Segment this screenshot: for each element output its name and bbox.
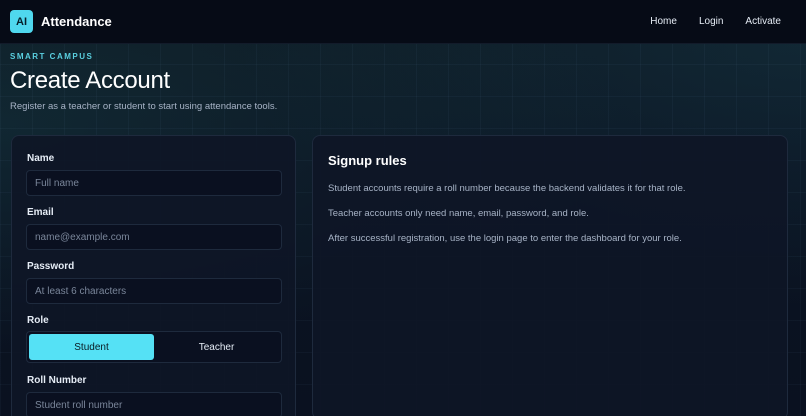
nav-links: Home Login Activate [639, 16, 796, 27]
top-navbar: AI Attendance Home Login Activate [0, 0, 806, 44]
app-logo[interactable]: AI [10, 10, 33, 33]
roll-number-label: Roll Number [27, 375, 87, 386]
page-subtitle: Register as a teacher or student to star… [10, 101, 278, 112]
roll-number-input[interactable] [26, 392, 282, 416]
password-input[interactable] [26, 278, 282, 304]
section-eyebrow: SMART CAMPUS [10, 52, 94, 61]
signup-rules-card: Signup rules Student accounts require a … [312, 135, 788, 416]
nav-link-activate[interactable]: Activate [734, 16, 796, 27]
password-label: Password [27, 261, 75, 272]
page-title: Create Account [10, 67, 170, 94]
role-toggle: Student Teacher [26, 331, 282, 363]
rule-item: Teacher accounts only need name, email, … [328, 208, 589, 219]
name-input[interactable] [26, 170, 282, 196]
name-label: Name [27, 153, 55, 164]
rule-item: After successful registration, use the l… [328, 233, 682, 244]
nav-link-home[interactable]: Home [639, 16, 688, 27]
role-teacher-option[interactable]: Teacher [154, 334, 279, 360]
nav-link-login[interactable]: Login [688, 16, 734, 27]
email-input[interactable] [26, 224, 282, 250]
signup-form-card: Name Email Password Role Student Teacher… [11, 135, 296, 416]
email-label: Email [27, 207, 54, 218]
rule-item: Student accounts require a roll number b… [328, 183, 686, 194]
brand-name[interactable]: Attendance [41, 14, 112, 29]
role-label: Role [27, 315, 49, 326]
rules-title: Signup rules [328, 153, 407, 168]
role-student-option[interactable]: Student [29, 334, 154, 360]
